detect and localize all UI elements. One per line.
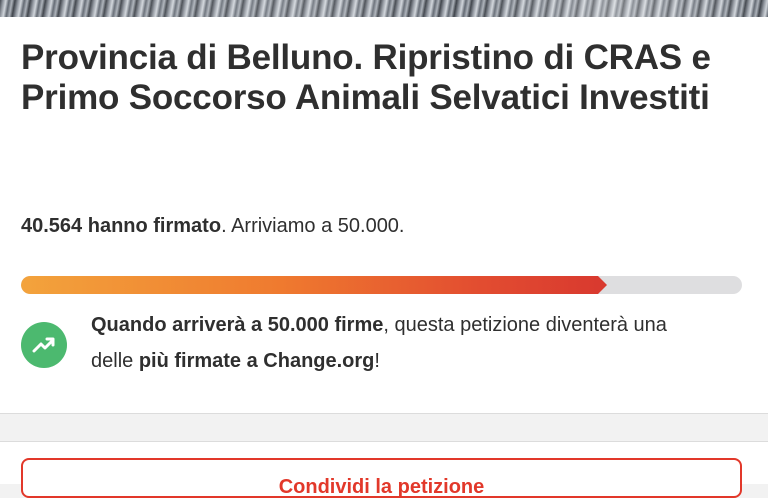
milestone-bold-1: Quando arriverà a 50.000 firme — [91, 314, 384, 336]
petition-hero-image — [0, 0, 768, 17]
milestone-message: Quando arriverà a 50.000 firme, questa p… — [91, 307, 711, 379]
share-petition-button[interactable]: Condividi la petizione — [21, 458, 742, 498]
trending-up-icon — [21, 322, 67, 368]
petition-title: Provincia di Belluno. Ripristino di CRAS… — [21, 38, 711, 117]
goal-label: . Arriviamo a 50.000. — [221, 215, 405, 237]
milestone-bold-2: più firmate a Change.org — [138, 350, 375, 372]
signature-progress-bar — [21, 276, 742, 294]
signed-count-label: 40.564 hanno firmato — [21, 215, 222, 237]
milestone-end: ! — [374, 350, 380, 372]
signature-count: 40.564 hanno firmato. Arriviamo a 50.000… — [21, 214, 741, 238]
signature-progress-fill — [21, 276, 608, 294]
